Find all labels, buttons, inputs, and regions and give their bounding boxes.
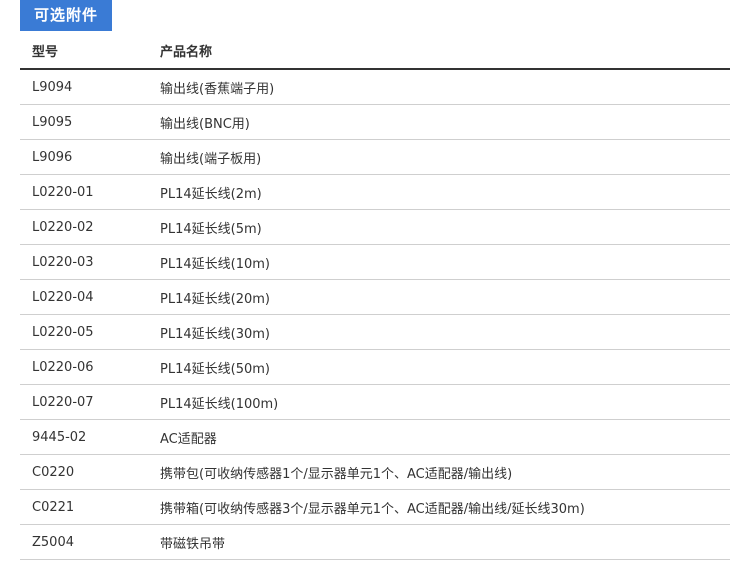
cell-product-name: 输出线(端子板用) <box>160 151 262 167</box>
cell-product-name: PL14延长线(30m) <box>160 326 270 342</box>
cell-product-name: PL14延长线(2m) <box>160 186 262 202</box>
table-row: L0220-04 PL14延长线(20m) <box>20 280 730 315</box>
cell-product-name: PL14延长线(20m) <box>160 291 270 307</box>
table-row: L0220-03 PL14延长线(10m) <box>20 245 730 280</box>
cell-model: L0220-07 <box>32 394 94 410</box>
cell-model: L9095 <box>32 114 73 130</box>
cell-model: L0220-04 <box>32 289 94 305</box>
table-row: 9445-02 AC适配器 <box>20 420 730 455</box>
table-row: L0220-05 PL14延长线(30m) <box>20 315 730 350</box>
table-header: 型号 产品名称 <box>20 33 730 70</box>
cell-model: 9445-02 <box>32 429 87 445</box>
cell-product-name: PL14延长线(5m) <box>160 221 262 237</box>
cell-model: L0220-01 <box>32 184 94 200</box>
cell-product-name: PL14延长线(10m) <box>160 256 270 272</box>
cell-product-name: 输出线(香蕉端子用) <box>160 81 275 97</box>
table-row: L0220-01 PL14延长线(2m) <box>20 175 730 210</box>
accessories-table: 型号 产品名称 L9094 输出线(香蕉端子用) L9095 输出线(BNC用)… <box>20 33 730 560</box>
cell-product-name: 带磁铁吊带 <box>160 536 226 552</box>
table-row: L9095 输出线(BNC用) <box>20 105 730 140</box>
header-product-name: 产品名称 <box>160 45 213 60</box>
table-row: L0220-07 PL14延长线(100m) <box>20 385 730 420</box>
cell-model: L0220-05 <box>32 324 94 340</box>
header-model: 型号 <box>32 45 59 60</box>
table-row: L0220-02 PL14延长线(5m) <box>20 210 730 245</box>
cell-product-name: AC适配器 <box>160 431 217 447</box>
cell-model: L9094 <box>32 79 73 95</box>
table-row: L0220-06 PL14延长线(50m) <box>20 350 730 385</box>
cell-product-name: 携带箱(可收纳传感器3个/显示器单元1个、AC适配器/输出线/延长线30m) <box>160 501 585 517</box>
cell-product-name: PL14延长线(50m) <box>160 361 270 377</box>
cell-product-name: 携带包(可收纳传感器1个/显示器单元1个、AC适配器/输出线) <box>160 466 513 482</box>
section-title-badge: 可选附件 <box>20 0 112 31</box>
cell-model: L0220-03 <box>32 254 94 270</box>
cell-model: C0220 <box>32 464 75 480</box>
cell-model: L0220-06 <box>32 359 94 375</box>
table-row: C0221 携带箱(可收纳传感器3个/显示器单元1个、AC适配器/输出线/延长线… <box>20 490 730 525</box>
cell-model: C0221 <box>32 499 75 515</box>
table-row: L9096 输出线(端子板用) <box>20 140 730 175</box>
cell-product-name: 输出线(BNC用) <box>160 116 250 132</box>
cell-product-name: PL14延长线(100m) <box>160 396 279 412</box>
table-row: L9094 输出线(香蕉端子用) <box>20 70 730 105</box>
table-row: C0220 携带包(可收纳传感器1个/显示器单元1个、AC适配器/输出线) <box>20 455 730 490</box>
cell-model: L9096 <box>32 149 73 165</box>
table-row: Z5004 带磁铁吊带 <box>20 525 730 560</box>
cell-model: Z5004 <box>32 534 74 550</box>
cell-model: L0220-02 <box>32 219 94 235</box>
